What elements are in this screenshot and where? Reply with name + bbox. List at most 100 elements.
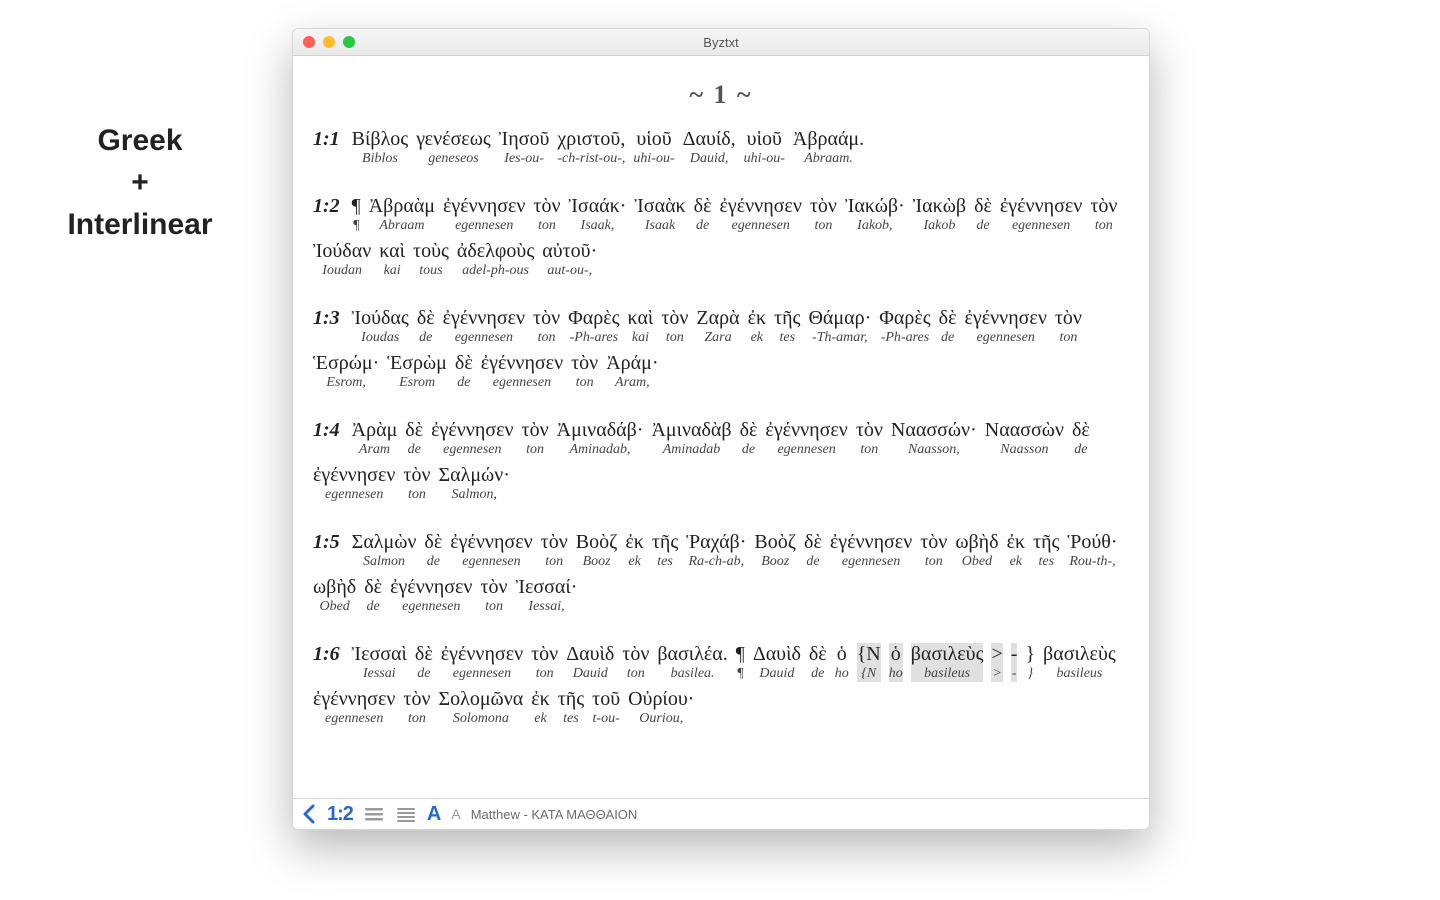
- word-pair[interactable]: Ἰακώβ·Iakob,: [845, 195, 905, 234]
- word-pair[interactable]: Ἀμιναδάβ·Aminadab,: [557, 419, 644, 458]
- word-pair[interactable]: Φαρὲς-Ph-ares: [568, 307, 619, 346]
- word-pair[interactable]: ΣαλμὼνSalmon: [352, 531, 417, 570]
- word-pair[interactable]: ἐγέννησενegennesen: [443, 307, 525, 346]
- word-pair[interactable]: ἐγέννησενegennesen: [443, 195, 525, 234]
- word-pair[interactable]: τὸνton: [856, 419, 883, 458]
- word-pair[interactable]: ωβὴδObed: [955, 531, 998, 570]
- word-pair[interactable]: δὲde: [364, 576, 382, 615]
- word-pair[interactable]: τὸνton: [403, 688, 430, 727]
- word-pair[interactable]: δὲde: [740, 419, 758, 458]
- word-pair[interactable]: καὶkai: [379, 240, 405, 279]
- word-pair[interactable]: ΒοὸζBooz: [576, 531, 618, 570]
- word-pair[interactable]: ¶¶: [352, 195, 361, 234]
- word-pair[interactable]: τὸνton: [480, 576, 507, 615]
- document-content[interactable]: ~ 1 ~ 1:1 ΒίβλοςBiblosγενέσεωςgeneseosἸη…: [293, 56, 1149, 798]
- word-pair[interactable]: Ἰεσσαί·Iessai,: [516, 576, 578, 615]
- word-pair[interactable]: τὸνton: [622, 643, 649, 682]
- word-pair[interactable]: ἸεσσαὶIessai: [352, 643, 407, 682]
- word-pair[interactable]: ἐγέννησενegennesen: [719, 195, 801, 234]
- word-pair[interactable]: βασιλεὺςbasileus: [1043, 643, 1116, 682]
- word-pair[interactable]: ἐκek: [748, 307, 766, 346]
- word-pair[interactable]: --: [1011, 643, 1018, 682]
- word-pair[interactable]: ἐκek: [531, 688, 549, 727]
- word-pair[interactable]: τῆςtes: [652, 531, 678, 570]
- word-pair[interactable]: ἐγέννησενegennesen: [964, 307, 1046, 346]
- word-pair[interactable]: Ῥαχάβ·Ra-ch-ab,: [686, 531, 746, 570]
- verse-numbers-button[interactable]: 1:2: [327, 803, 353, 826]
- word-pair[interactable]: τὸνton: [522, 419, 549, 458]
- word-pair[interactable]: ἸούδαςIoudas: [352, 307, 409, 346]
- word-pair[interactable]: τὸνton: [403, 464, 430, 503]
- word-pair[interactable]: ἐγέννησενegennesen: [431, 419, 513, 458]
- word-pair[interactable]: Ῥούθ·Rou-th-,: [1067, 531, 1117, 570]
- word-pair[interactable]: υἱοῦuhi-ou-: [633, 128, 674, 167]
- word-pair[interactable]: }}: [1025, 643, 1035, 682]
- word-pair[interactable]: δὲde: [405, 419, 423, 458]
- word-pair[interactable]: δὲde: [417, 307, 435, 346]
- word-pair[interactable]: ἐγέννησενegennesen: [313, 464, 395, 503]
- word-pair[interactable]: ἈρὰμAram: [352, 419, 398, 458]
- word-pair[interactable]: ἐγέννησενegennesen: [481, 352, 563, 391]
- word-pair[interactable]: ΖαρὰZara: [696, 307, 739, 346]
- word-pair[interactable]: γενέσεωςgeneseos: [416, 128, 491, 167]
- word-pair[interactable]: ΣολομῶναSolomona: [439, 688, 524, 727]
- word-pair[interactable]: ἙσρὼμEsrom: [387, 352, 447, 391]
- word-pair[interactable]: δὲde: [809, 643, 827, 682]
- word-pair[interactable]: χριστοῦ,-ch-rist-ou-,: [557, 128, 625, 167]
- word-pair[interactable]: ἐγέννησενegennesen: [830, 531, 912, 570]
- word-pair[interactable]: ἐγέννησενegennesen: [441, 643, 523, 682]
- word-pair[interactable]: ΒίβλοςBiblos: [352, 128, 409, 167]
- word-pair[interactable]: τὸνton: [541, 531, 568, 570]
- word-pair[interactable]: δὲde: [1072, 419, 1090, 458]
- word-pair[interactable]: ἈβραὰμAbraam: [369, 195, 435, 234]
- word-pair[interactable]: ἸακὼβIakob: [913, 195, 966, 234]
- word-pair[interactable]: βασιλέα.basilea.: [657, 643, 727, 682]
- word-pair[interactable]: δὲde: [939, 307, 957, 346]
- word-pair[interactable]: τὸνton: [531, 643, 558, 682]
- word-pair[interactable]: ωβὴδObed: [313, 576, 356, 615]
- word-pair[interactable]: τὸνton: [533, 195, 560, 234]
- layout-option-2-button[interactable]: [395, 805, 417, 823]
- word-pair[interactable]: ἐγέννησενegennesen: [450, 531, 532, 570]
- word-pair[interactable]: Οὐρίου·Ouriou,: [628, 688, 694, 727]
- word-pair[interactable]: Δαυίδ,Dauid,: [683, 128, 736, 167]
- word-pair[interactable]: {N{N: [857, 643, 881, 682]
- word-pair[interactable]: Ἀράμ·Aram,: [606, 352, 658, 391]
- word-pair[interactable]: δὲde: [804, 531, 822, 570]
- word-pair[interactable]: ἐκek: [625, 531, 643, 570]
- word-pair[interactable]: τὸνton: [810, 195, 837, 234]
- word-pair[interactable]: ἀδελφοὺςadel-ph-ous: [457, 240, 534, 279]
- word-pair[interactable]: ἐγέννησενegennesen: [313, 688, 395, 727]
- word-pair[interactable]: ἐγέννησενegennesen: [1000, 195, 1082, 234]
- word-pair[interactable]: ΒοὸζBooz: [754, 531, 796, 570]
- word-pair[interactable]: δὲde: [694, 195, 712, 234]
- word-pair[interactable]: Ἑσρώμ·Esrom,: [313, 352, 379, 391]
- word-pair[interactable]: ἈμιναδὰβAminadab: [651, 419, 731, 458]
- word-pair[interactable]: τοῦt-ou-: [592, 688, 620, 727]
- word-pair[interactable]: αὐτοῦ·aut-ou-,: [542, 240, 597, 279]
- font-large-button[interactable]: A: [427, 803, 441, 826]
- word-pair[interactable]: καὶkai: [628, 307, 654, 346]
- word-pair[interactable]: τὸνton: [1090, 195, 1117, 234]
- word-pair[interactable]: υἱοῦuhi-ou-: [744, 128, 785, 167]
- word-pair[interactable]: Ἰσαάκ·Isaak,: [569, 195, 627, 234]
- word-pair[interactable]: ΔαυὶδDauid: [753, 643, 801, 682]
- word-pair[interactable]: Ἀβραάμ.Abraam.: [793, 128, 864, 167]
- word-pair[interactable]: ἸησοῦIes-ou-: [499, 128, 550, 167]
- word-pair[interactable]: >>: [991, 643, 1002, 682]
- word-pair[interactable]: δὲde: [424, 531, 442, 570]
- word-pair[interactable]: ὁho: [889, 643, 903, 682]
- word-pair[interactable]: τῆςtes: [558, 688, 584, 727]
- word-pair[interactable]: δὲde: [974, 195, 992, 234]
- word-pair[interactable]: ¶¶: [736, 643, 745, 682]
- word-pair[interactable]: Φαρὲς-Ph-ares: [879, 307, 930, 346]
- word-pair[interactable]: τῆςtes: [774, 307, 800, 346]
- word-pair[interactable]: ἐκek: [1007, 531, 1025, 570]
- word-pair[interactable]: Θάμαρ·-Th-amar,: [808, 307, 871, 346]
- word-pair[interactable]: ἸσαὰκIsaak: [634, 195, 685, 234]
- word-pair[interactable]: τῆςtes: [1033, 531, 1059, 570]
- word-pair[interactable]: ΝαασσὼνNaasson: [985, 419, 1064, 458]
- word-pair[interactable]: τὸνton: [571, 352, 598, 391]
- word-pair[interactable]: τὸνton: [533, 307, 560, 346]
- font-small-button[interactable]: A: [451, 806, 460, 822]
